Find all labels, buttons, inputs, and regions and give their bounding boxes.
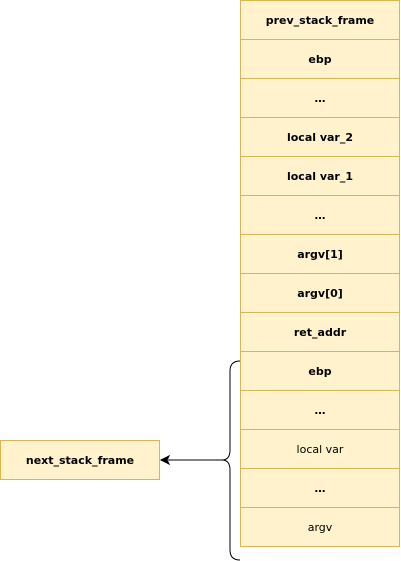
stack-cell-argv-0: argv[0] xyxy=(240,273,400,313)
stack-cell-ellipsis: … xyxy=(240,195,400,235)
stack-cell-next-ebp: ebp xyxy=(240,351,400,391)
curly-brace xyxy=(221,360,241,561)
stack-cell-ellipsis: … xyxy=(240,78,400,118)
stack-cell-prev-stack-frame: prev_stack_frame xyxy=(240,0,400,40)
stack-cell-argv: argv xyxy=(240,507,400,547)
stack-cell-argv-1: argv[1] xyxy=(240,234,400,274)
stack-cell-local-var: local var xyxy=(240,429,400,469)
stack-cell-ellipsis: … xyxy=(240,390,400,430)
next-stack-frame-box: next_stack_frame xyxy=(0,440,160,480)
stack-column: prev_stack_frame ebp … local var_2 local… xyxy=(240,0,400,547)
stack-cell-ebp: ebp xyxy=(240,39,400,79)
arrow-head-icon xyxy=(159,454,171,466)
stack-cell-ellipsis: … xyxy=(240,468,400,508)
stack-cell-local-var-2: local var_2 xyxy=(240,117,400,157)
stack-cell-local-var-1: local var_1 xyxy=(240,156,400,196)
stack-cell-ret-addr: ret_addr xyxy=(240,312,400,352)
